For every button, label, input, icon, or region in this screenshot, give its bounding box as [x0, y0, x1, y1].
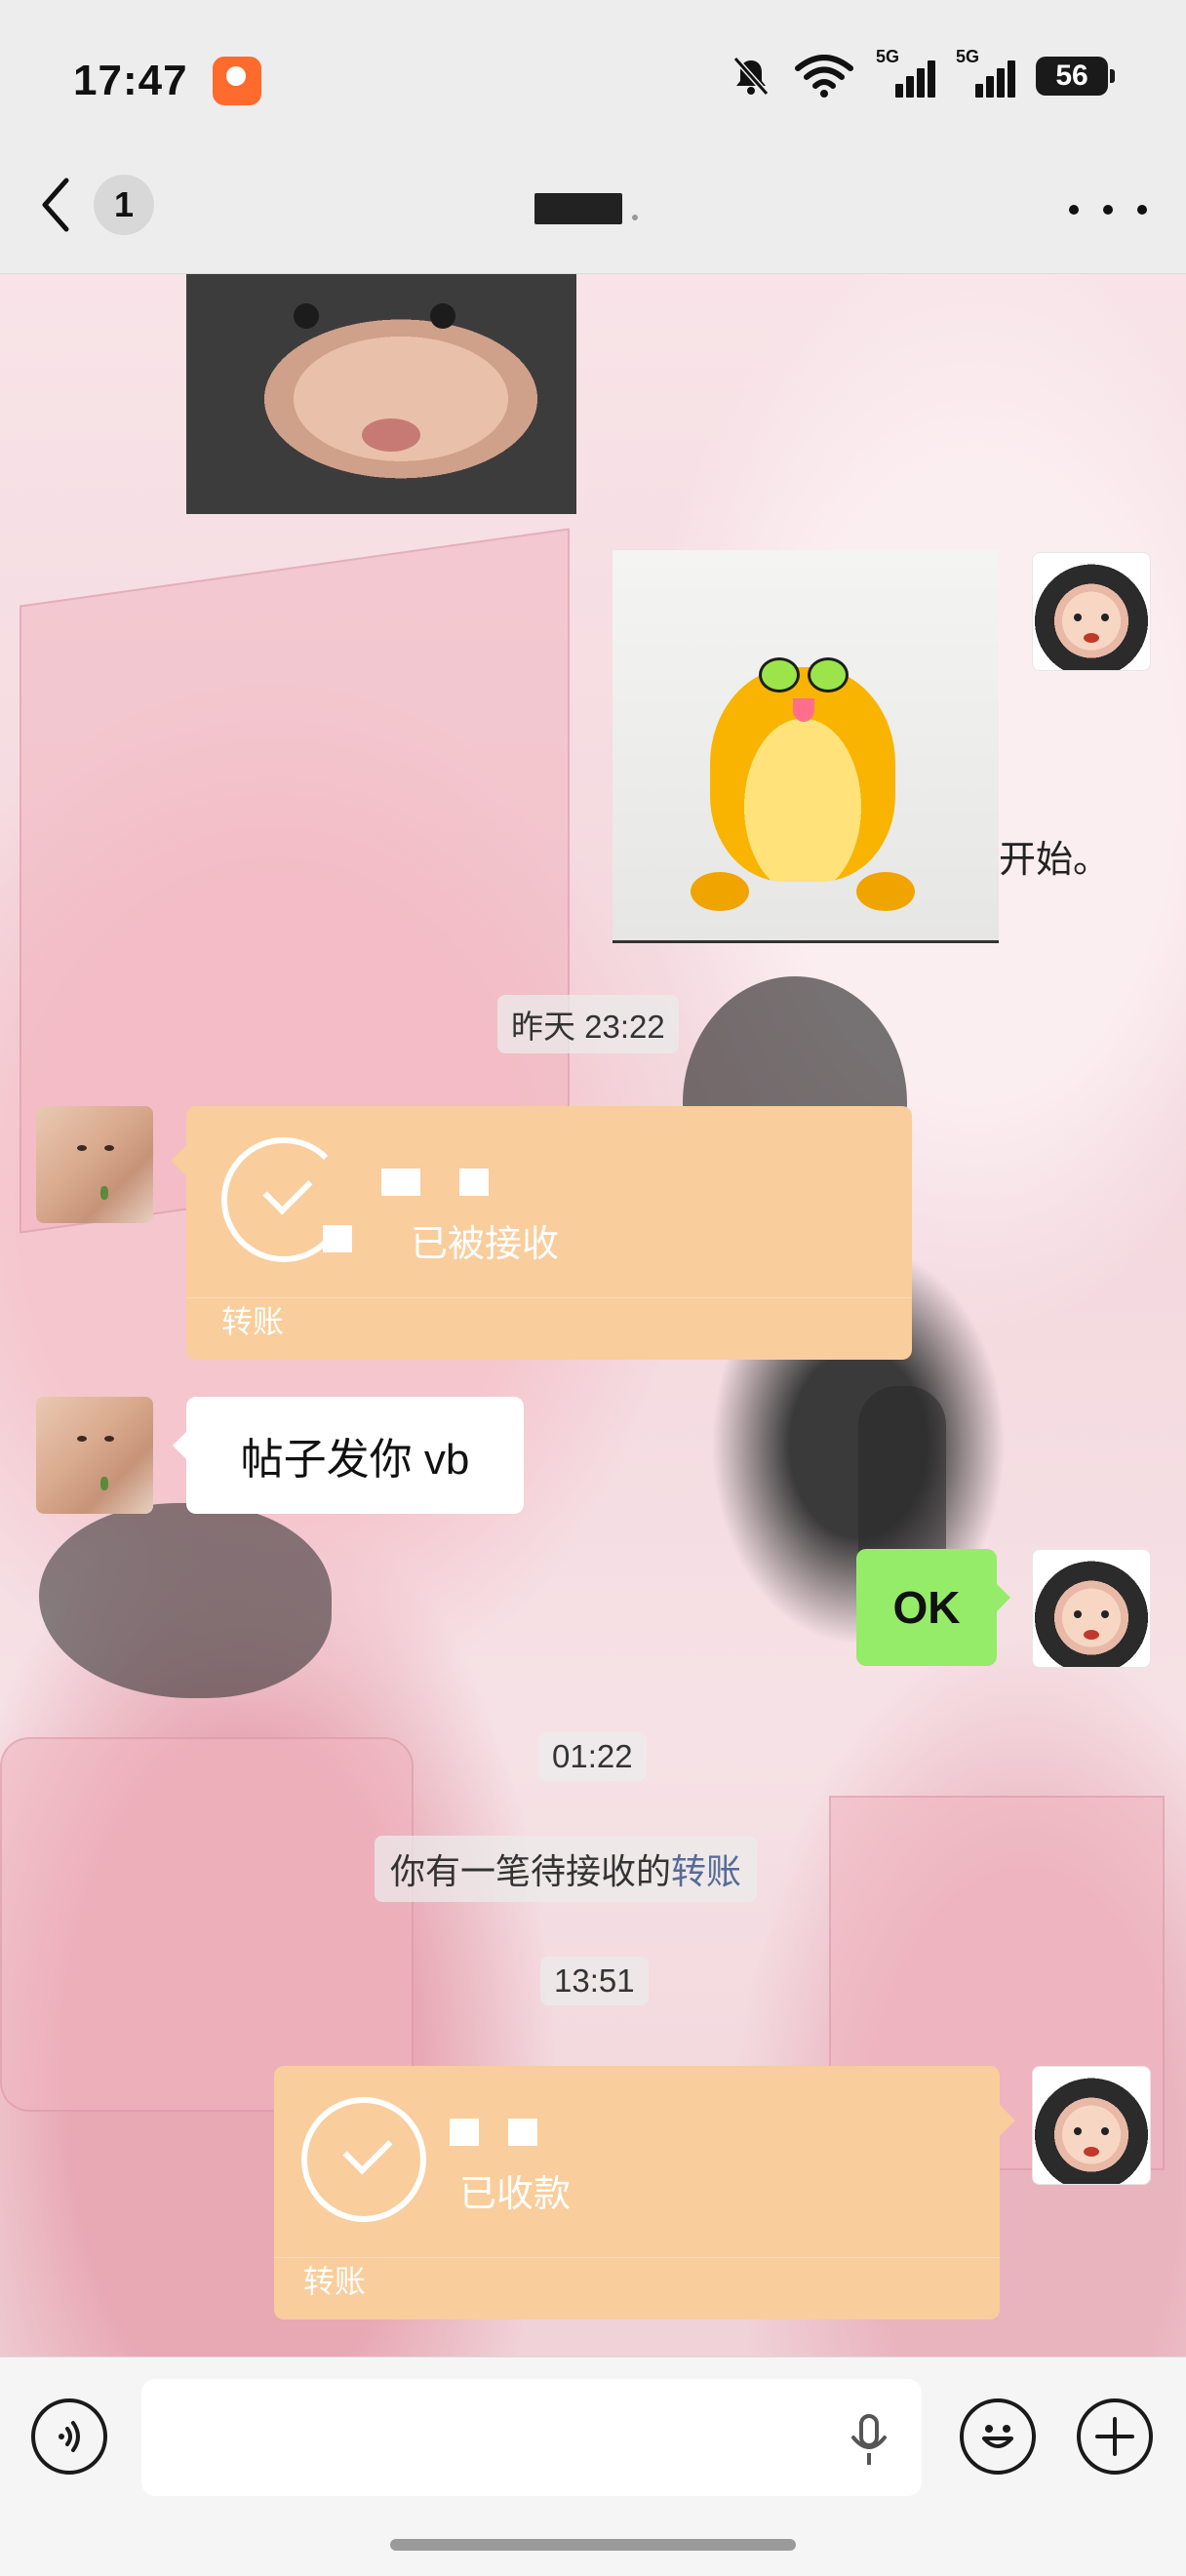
more-options-button[interactable]	[1069, 185, 1147, 234]
chat-header: 1	[0, 146, 1186, 274]
status-time: 17:47	[73, 57, 188, 104]
status-icons: 5G 5G 56	[730, 47, 1115, 99]
transfer-status-2: 已收款	[459, 2174, 572, 2215]
unread-count-badge: 1	[94, 175, 154, 235]
title-dot	[632, 215, 638, 220]
cellular-signal-icon-2: 5G	[956, 47, 1015, 99]
system-message: 你有一笔待接收的转账	[375, 1836, 758, 1902]
frog-leg-2	[856, 872, 915, 911]
my-avatar-2[interactable]	[1032, 1549, 1151, 1668]
frog-tongue	[793, 698, 814, 722]
transfer-divider	[186, 1297, 912, 1298]
my-avatar[interactable]	[1032, 552, 1151, 671]
frog-eye	[759, 657, 800, 693]
plus-icon	[1095, 2417, 1134, 2456]
photo-eye	[294, 303, 319, 329]
message-bubble-sent[interactable]: OK	[856, 1549, 1010, 1666]
message-bubble-received[interactable]: 帖子发你 vb	[173, 1397, 524, 1514]
timestamp-3: 13:51	[540, 1957, 649, 2005]
background-pot-illustration	[0, 1737, 414, 2112]
frog-leg	[691, 872, 749, 911]
photo-lips	[362, 418, 420, 452]
chat-title-redacted	[534, 193, 622, 224]
background-handwriting: 开始。	[999, 840, 1111, 881]
voice-toggle-button[interactable]	[31, 2398, 107, 2475]
contact-avatar[interactable]	[36, 1106, 153, 1223]
timestamp-2: 01:22	[538, 1732, 647, 1781]
ellipsis-icon	[1069, 205, 1079, 215]
transfer-label: 转账	[221, 1304, 285, 1339]
transfer-divider-2	[274, 2257, 1000, 2258]
status-bar: 17:47 5G 5G 56	[0, 0, 1186, 146]
transfer-card[interactable]: 已被接收 转账	[171, 1106, 912, 1360]
message-input[interactable]	[141, 2379, 922, 2496]
timestamp: 昨天 23:22	[497, 995, 679, 1053]
background-plant-illustration	[39, 1503, 332, 1698]
back-button[interactable]: 1	[39, 171, 166, 239]
transfer-card-sent[interactable]: 已收款 转账	[274, 2066, 1015, 2319]
frog-eye-2	[808, 657, 849, 693]
sent-sticker[interactable]	[613, 550, 999, 943]
app-notification-icon	[213, 57, 261, 105]
redacted-amount-2	[459, 1169, 489, 1196]
my-avatar-3[interactable]	[1032, 2066, 1151, 2185]
redacted-amount-4	[450, 2119, 479, 2146]
chevron-left-icon	[42, 178, 69, 232]
check-circle-icon-2	[301, 2097, 426, 2222]
cellular-signal-icon: 5G	[876, 47, 935, 99]
redacted-amount-5	[508, 2119, 537, 2146]
emoji-button[interactable]	[960, 2398, 1036, 2475]
transfer-link[interactable]: 转账	[671, 1851, 741, 1891]
microphone-icon[interactable]	[850, 2414, 889, 2467]
input-bar	[0, 2357, 1186, 2576]
photo-eye-2	[430, 303, 455, 329]
contact-avatar-2[interactable]	[36, 1397, 153, 1514]
message-text: 帖子发你 vb	[240, 1436, 470, 1484]
signal-label: 5G	[876, 47, 900, 66]
home-indicator[interactable]	[390, 2539, 796, 2551]
received-photo[interactable]	[186, 274, 576, 514]
mute-bell-icon	[732, 57, 770, 96]
smile-icon	[982, 2425, 1013, 2448]
transfer-status: 已被接收	[411, 1224, 560, 1265]
transfer-label-2: 转账	[303, 2264, 367, 2299]
redacted-amount-3	[323, 1225, 352, 1252]
system-message-text: 你有一笔待接收的	[390, 1851, 672, 1891]
battery-icon: 56	[1036, 57, 1115, 96]
wifi-icon	[795, 55, 853, 98]
plus-button[interactable]	[1077, 2398, 1153, 2475]
message-text-sent: OK	[892, 1582, 961, 1633]
signal-label-2: 5G	[956, 47, 980, 66]
redacted-amount	[381, 1169, 420, 1196]
sound-wave-icon	[59, 2421, 80, 2452]
